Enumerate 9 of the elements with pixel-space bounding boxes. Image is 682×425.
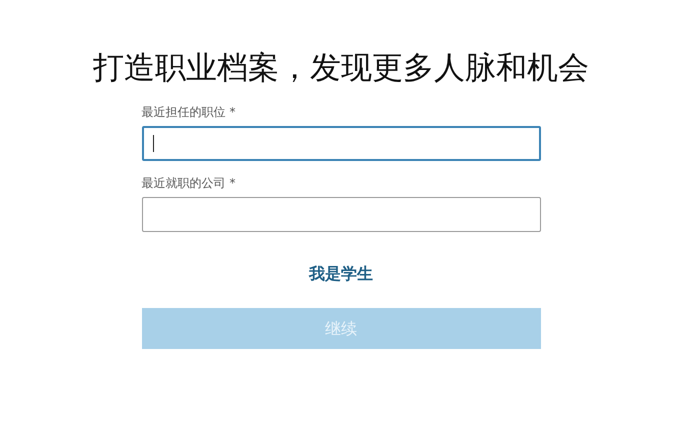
input-field[interactable] xyxy=(142,197,540,232)
field-label: 最近就职的公司 xyxy=(142,175,226,191)
required-mark: * xyxy=(230,175,236,191)
page-heading: 打造职业档案，发现更多人脉和机会 xyxy=(93,49,589,88)
required-mark: * xyxy=(230,104,236,120)
student-link[interactable]: 我是学生 xyxy=(309,264,373,284)
input-field[interactable] xyxy=(142,126,540,161)
text-cursor xyxy=(152,135,154,152)
field-label: 最近担任的职位 xyxy=(142,104,226,120)
